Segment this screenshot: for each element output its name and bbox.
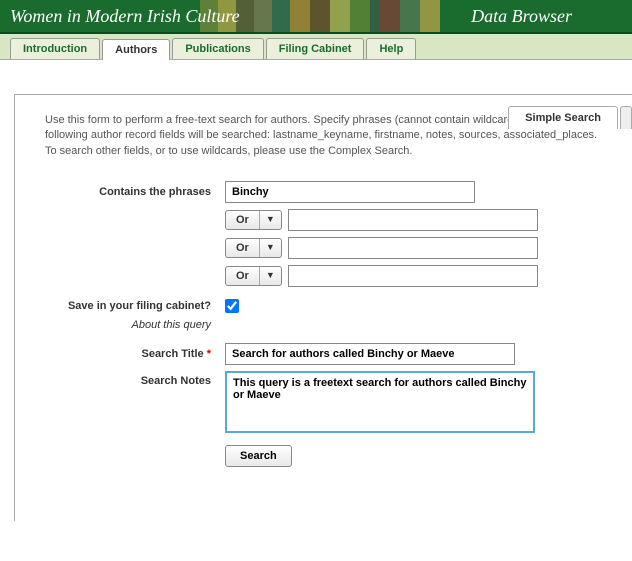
save-label: Save in your filing cabinet? — [45, 300, 225, 312]
tab-help[interactable]: Help — [366, 38, 416, 59]
main-tabs: Introduction Authors Publications Filing… — [0, 34, 632, 60]
about-query-label: About this query — [45, 319, 225, 331]
content-area: Simple Search Use this form to perform a… — [0, 94, 632, 561]
or-dropdown-3[interactable]: Or ▼ — [225, 266, 282, 286]
contains-input-2[interactable] — [288, 209, 538, 231]
caret-down-icon: ▼ — [259, 211, 281, 229]
search-title-input[interactable] — [225, 343, 515, 365]
tab-publications[interactable]: Publications — [172, 38, 263, 59]
app-subtitle: Data Browser — [471, 6, 572, 27]
app-title: Women in Modern Irish Culture — [10, 6, 240, 27]
search-panel: Use this form to perform a free-text sea… — [14, 94, 632, 521]
subtab-next[interactable] — [620, 106, 632, 129]
tab-introduction[interactable]: Introduction — [10, 38, 100, 59]
caret-down-icon: ▼ — [259, 267, 281, 285]
search-notes-label: Search Notes — [45, 371, 225, 387]
search-button[interactable]: Search — [225, 445, 292, 467]
or-dropdown-2[interactable]: Or ▼ — [225, 238, 282, 258]
tab-authors[interactable]: Authors — [102, 39, 170, 60]
search-notes-textarea[interactable] — [225, 371, 535, 433]
search-title-label: Search Title * — [45, 348, 225, 360]
required-icon: * — [207, 348, 211, 360]
tab-filing-cabinet[interactable]: Filing Cabinet — [266, 38, 365, 59]
contains-input-3[interactable] — [288, 237, 538, 259]
app-header: Women in Modern Irish Culture Data Brows… — [0, 0, 632, 34]
contains-label: Contains the phrases — [45, 186, 225, 198]
subtab-simple-search[interactable]: Simple Search — [508, 106, 618, 129]
contains-input-1[interactable] — [225, 181, 475, 203]
save-checkbox[interactable] — [225, 299, 239, 313]
contains-input-4[interactable] — [288, 265, 538, 287]
or-dropdown-1[interactable]: Or ▼ — [225, 210, 282, 230]
or-label: Or — [226, 211, 259, 229]
caret-down-icon: ▼ — [259, 239, 281, 257]
sub-tabs: Simple Search — [508, 106, 632, 129]
